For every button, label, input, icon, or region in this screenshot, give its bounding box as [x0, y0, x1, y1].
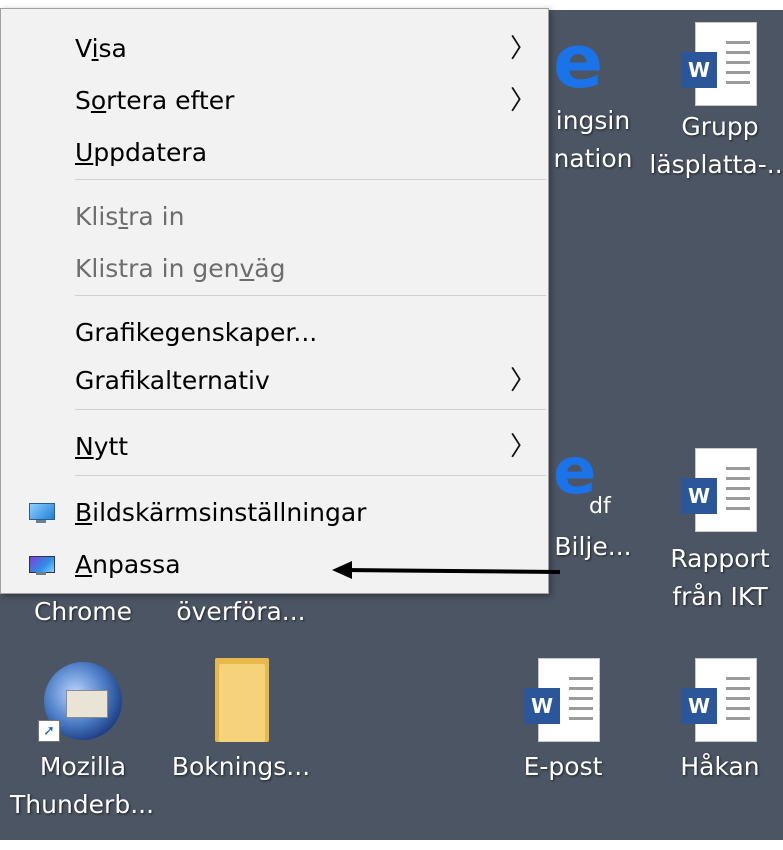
icon-label: E-post	[523, 752, 603, 781]
menu-item-nytt[interactable]: Nytt 〉	[1, 423, 548, 471]
personalize-icon	[27, 554, 55, 576]
menu-item-klistra-in-genvag[interactable]: Klistra in genväg	[1, 245, 548, 293]
menu-separator	[75, 295, 546, 296]
menu-item-grafikegenskaper[interactable]: Grafikegenskaper...	[1, 309, 548, 357]
display-settings-icon	[27, 502, 55, 524]
word-doc-icon: W	[681, 448, 759, 534]
folder-icon	[209, 658, 273, 744]
menu-item-uppdatera[interactable]: Uppdatera	[1, 129, 548, 177]
thunderbird-icon: ➚	[38, 658, 128, 744]
word-doc-icon: W	[681, 22, 759, 108]
menu-item-visa[interactable]: Visa 〉	[1, 25, 548, 73]
icon-label: Chrome	[33, 597, 133, 626]
word-doc-icon: W	[524, 658, 602, 744]
icon-label: Rapport	[670, 544, 770, 573]
chevron-right-icon: 〉	[510, 86, 537, 116]
menu-item-klistra-in[interactable]: Klistra in	[1, 193, 548, 241]
icon-label: från IKT	[672, 582, 768, 611]
desktop-icon-rapport[interactable]: W Rapport från IKT	[645, 448, 783, 616]
desktop-icon-grupp[interactable]: W Grupp läsplatta-...	[645, 22, 783, 184]
annotation-arrow	[332, 561, 561, 579]
icon-label: Grupp	[681, 112, 759, 141]
menu-item-grafikalternativ[interactable]: Grafikalternativ 〉	[1, 357, 548, 405]
desktop-icon-hakan[interactable]: W Håkan	[645, 658, 783, 786]
menu-item-bildskarmsinstallningar[interactable]: Bildskärmsinställningar	[1, 489, 548, 537]
desktop-icon-epost[interactable]: W E-post	[488, 658, 638, 786]
menu-separator	[75, 475, 546, 476]
edge-pdf-icon: e df	[553, 435, 611, 519]
menu-separator	[75, 409, 546, 410]
icon-label: Thunderb...	[10, 790, 155, 819]
desktop-icon-thunderbird[interactable]: ➚ Mozilla Thunderb...	[8, 658, 158, 824]
word-doc-icon: W	[681, 658, 759, 744]
desktop-icon-overfora[interactable]: överföra...	[166, 593, 316, 631]
desktop-context-menu: Visa 〉 Sortera efter 〉 Uppdatera Klistra…	[0, 8, 549, 594]
desktop-icon-chrome[interactable]: Chrome	[8, 593, 158, 631]
chevron-right-icon: 〉	[510, 366, 537, 396]
edge-icon: e	[553, 19, 604, 105]
icon-label: Håkan	[680, 752, 760, 781]
shortcut-arrow-icon: ➚	[38, 720, 60, 742]
icon-label: överföra...	[176, 597, 306, 626]
icon-label: Boknings...	[171, 752, 311, 781]
menu-item-sortera-efter[interactable]: Sortera efter 〉	[1, 77, 548, 125]
chevron-right-icon: 〉	[510, 432, 537, 462]
desktop-icon-boknings[interactable]: Boknings...	[166, 658, 316, 786]
chevron-right-icon: 〉	[510, 34, 537, 64]
icon-label: Mozilla	[39, 752, 127, 781]
menu-separator	[75, 179, 546, 180]
icon-label: läsplatta-...	[649, 150, 783, 179]
